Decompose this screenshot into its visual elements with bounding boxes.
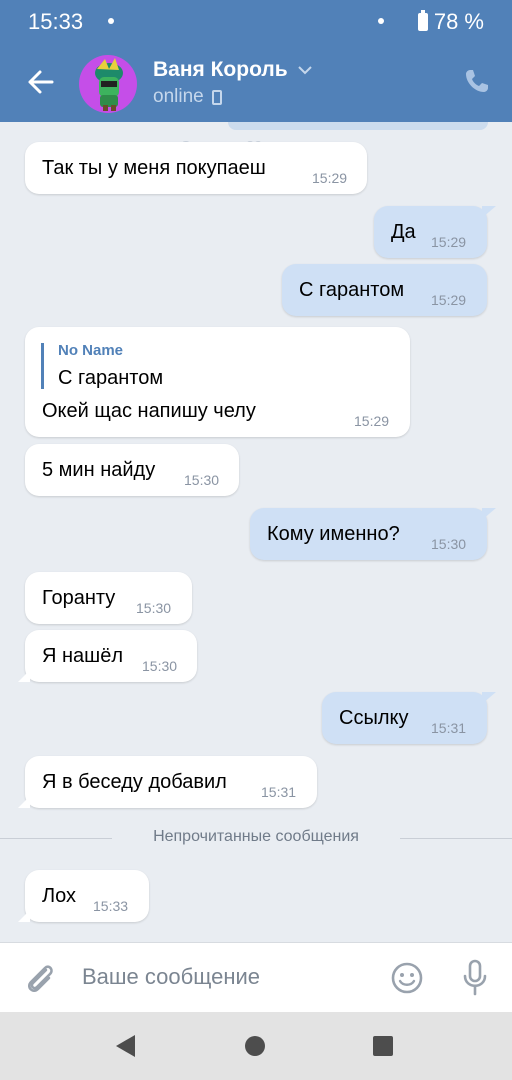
- status-time: 15:33: [28, 9, 84, 34]
- nav-home-icon[interactable]: [245, 1036, 265, 1056]
- message-outgoing[interactable]: Кому именно? 15:30: [250, 508, 496, 560]
- bubble-tail: [18, 670, 30, 682]
- reply-author[interactable]: No Name: [58, 342, 123, 359]
- message-incoming[interactable]: 5 мин найду 15:30: [25, 444, 239, 496]
- message-input[interactable]: Ваше сообщение: [82, 964, 260, 990]
- bubble-tail: [482, 508, 496, 520]
- avatar[interactable]: [79, 55, 137, 113]
- message-time: 15:30: [142, 658, 178, 674]
- message-incoming[interactable]: Лох 15:33: [18, 870, 149, 922]
- battery-level: 78 %: [433, 9, 484, 34]
- message-text: 5 мин найду: [42, 459, 156, 481]
- message-text: Окей щас напишу челу: [42, 400, 256, 422]
- status-right: 78 %: [417, 9, 484, 35]
- message-list[interactable]: Сегодня, 29 июля Так ты у меня покупаеш …: [0, 122, 512, 942]
- nav-back-icon[interactable]: [116, 1035, 135, 1057]
- message-outgoing[interactable]: Да 15:29: [374, 206, 496, 258]
- unread-label: Непрочитанные сообщения: [153, 828, 359, 845]
- message-time: 15:33: [93, 898, 129, 914]
- system-navigation-bar: [0, 1012, 512, 1080]
- message-text: С гарантом: [299, 279, 405, 301]
- nav-recents-icon[interactable]: [373, 1036, 393, 1056]
- message-with-reply[interactable]: No Name С гарантом Окей щас напишу челу …: [25, 327, 410, 437]
- message-time: 15:29: [431, 292, 467, 308]
- message-incoming[interactable]: Горанту 15:30: [25, 572, 192, 624]
- message-text: Горанту: [42, 587, 116, 609]
- status-bar: 15:33 78 %: [0, 0, 512, 44]
- message-time: 15:29: [312, 170, 348, 186]
- notification-dot-icon: [378, 18, 384, 24]
- chevron-down-icon[interactable]: [297, 64, 313, 76]
- bubble-tail: [482, 206, 496, 218]
- back-arrow-icon[interactable]: [26, 64, 56, 100]
- battery-icon: [417, 10, 428, 31]
- message-text: Так ты у меня покупаеш: [42, 157, 266, 179]
- paperclip-icon[interactable]: [22, 960, 58, 996]
- message-time: 15:29: [431, 234, 467, 250]
- contact-name[interactable]: Ваня Король: [153, 58, 288, 82]
- chat-header: Ваня Король online: [0, 44, 512, 122]
- bubble-tail: [482, 692, 496, 704]
- message-text: Ссылку: [339, 707, 409, 729]
- call-icon[interactable]: [464, 68, 490, 94]
- bubble-tail: [18, 910, 30, 922]
- avatar-character-icon: [95, 58, 123, 111]
- message-outgoing[interactable]: С гарантом 15:29: [282, 264, 487, 316]
- message-time: 15:31: [261, 784, 297, 800]
- message-time: 15:30: [136, 600, 172, 616]
- presence: online: [153, 86, 222, 108]
- message-time: 15:30: [431, 536, 467, 552]
- bubble-tail: [18, 796, 30, 808]
- message-incoming[interactable]: Так ты у меня покупаеш 15:29: [25, 142, 367, 194]
- reply-quote-bar: [41, 343, 44, 389]
- notification-dot-icon: [108, 18, 114, 24]
- message-text: Лох: [42, 885, 77, 907]
- message-text: Я в беседу добавил: [42, 771, 227, 793]
- previous-message-edge: [228, 122, 488, 130]
- message-time: 15:30: [184, 472, 220, 488]
- reply-text: С гарантом: [58, 367, 164, 389]
- message-text: Кому именно?: [267, 523, 400, 545]
- message-incoming[interactable]: Я в беседу добавил 15:31: [18, 756, 317, 808]
- message-outgoing[interactable]: Ссылку 15:31: [322, 692, 496, 744]
- message-time: 15:29: [354, 413, 390, 429]
- message-text: Да: [391, 221, 416, 243]
- mobile-phone-icon: [211, 89, 222, 105]
- presence-status: online: [153, 86, 204, 107]
- message-text: Я нашёл: [42, 645, 124, 667]
- unread-divider: Непрочитанные сообщения: [0, 822, 512, 854]
- composer: Ваше сообщение: [0, 942, 512, 1013]
- message-incoming[interactable]: Я нашёл 15:30: [18, 630, 197, 682]
- microphone-icon[interactable]: [462, 959, 488, 997]
- smile-icon[interactable]: [390, 961, 424, 995]
- message-time: 15:31: [431, 720, 467, 736]
